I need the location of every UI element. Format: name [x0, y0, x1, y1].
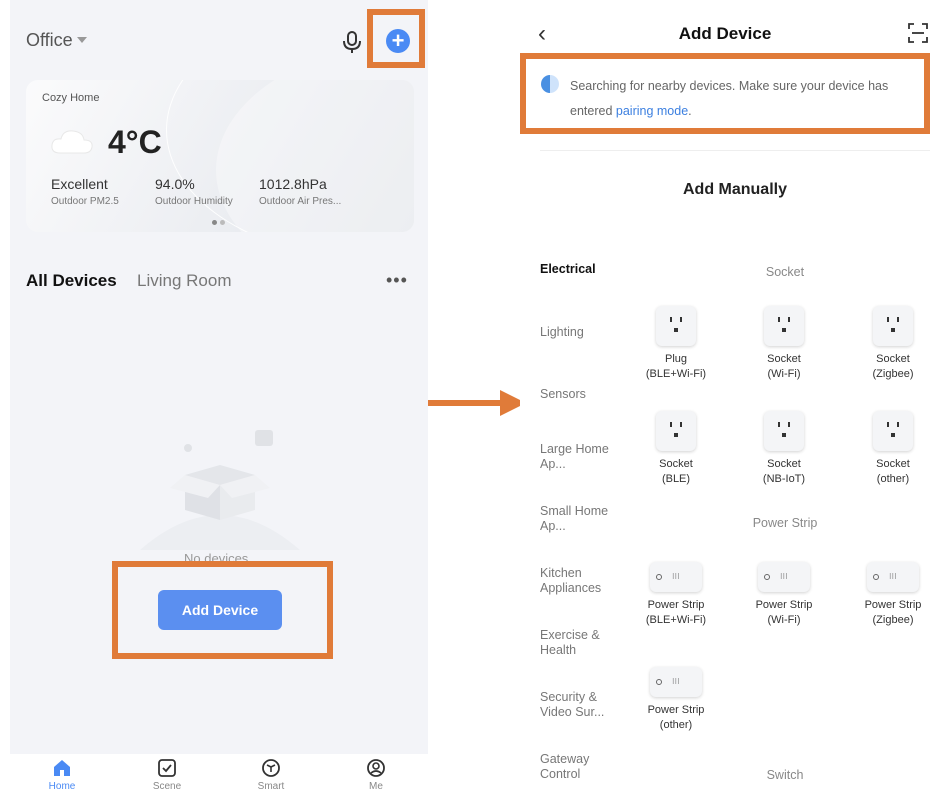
section-socket: Socket [765, 265, 805, 279]
device-protocol: (other) [876, 473, 910, 485]
category-security-video[interactable]: Security & Video Sur... [540, 690, 610, 720]
svg-text:⁝⁝⁝: ⁝⁝⁝ [672, 572, 680, 581]
home-name: Cozy Home [42, 92, 100, 104]
caret-down-icon [76, 37, 87, 43]
tab-scene-label: Scene [152, 781, 182, 792]
tab-smart-label: Smart [257, 781, 285, 792]
category-gateway-control[interactable]: Gateway Control [540, 752, 610, 782]
tab-all-devices[interactable]: All Devices [26, 271, 117, 291]
socket-icon [873, 306, 913, 346]
device-item[interactable]: Socket (Wi-Fi) [739, 306, 829, 382]
section-switch: Switch [766, 768, 804, 782]
socket-icon [656, 411, 696, 451]
power-strip-icon: ⁝⁝⁝ [650, 667, 702, 697]
svg-text:⁝⁝⁝: ⁝⁝⁝ [672, 677, 680, 686]
humidity-value: 94.0% [155, 176, 195, 192]
bottom-tab-bar: Home Scene Smart Me [10, 754, 428, 798]
more-options-icon[interactable]: ••• [386, 270, 408, 291]
category-small-home-appliances[interactable]: Small Home Ap... [540, 504, 610, 534]
pressure-label: Outdoor Air Pres... [259, 196, 342, 207]
tab-home-label: Home [48, 781, 76, 792]
device-protocol: (BLE) [661, 473, 691, 485]
device-name: Power Strip [864, 599, 922, 611]
socket-icon [873, 411, 913, 451]
highlight-box-search [520, 53, 930, 134]
add-device-button[interactable]: Add Device [158, 590, 282, 630]
device-protocol: (BLE+Wi-Fi) [645, 614, 707, 626]
scan-icon[interactable] [908, 23, 928, 43]
section-title-add-manually: Add Manually [682, 181, 787, 198]
category-lighting[interactable]: Lighting [540, 325, 620, 340]
socket-icon [764, 306, 804, 346]
highlight-box-plus [367, 9, 425, 68]
socket-icon [764, 411, 804, 451]
tab-me-label: Me [369, 781, 383, 792]
location-selector[interactable]: Office [26, 30, 87, 51]
device-protocol: (NB-IoT) [762, 473, 806, 485]
device-item[interactable]: Socket (BLE) [631, 411, 721, 487]
device-item[interactable]: Plug (BLE+Wi-Fi) [631, 306, 721, 382]
microphone-icon[interactable] [342, 30, 362, 54]
category-large-home-appliances[interactable]: Large Home Ap... [540, 442, 610, 472]
device-name: Socket [876, 353, 910, 365]
scene-icon [158, 759, 176, 777]
device-item[interactable]: Socket (NB-IoT) [739, 411, 829, 487]
device-item[interactable]: ⁝⁝⁝ Power Strip (BLE+Wi-Fi) [631, 562, 721, 628]
home-icon [54, 760, 70, 776]
device-protocol: (Zigbee) [872, 368, 914, 380]
device-item[interactable]: ⁝⁝⁝ Power Strip (Zigbee) [848, 562, 930, 628]
device-name: Plug [664, 353, 688, 365]
weather-card[interactable]: Cozy Home 4°C Excellent Outdoor PM2.5 94… [26, 80, 414, 232]
socket-icon [656, 306, 696, 346]
empty-box-illustration [140, 430, 300, 550]
add-device-screen: ‹ Add Device Searching for nearby device… [520, 0, 930, 798]
home-screen: Office + Cozy Home 4°C Excellent Outdoor… [10, 0, 428, 798]
power-strip-icon: ⁝⁝⁝ [867, 562, 919, 592]
tab-me[interactable]: Me [346, 758, 406, 792]
power-strip-icon: ⁝⁝⁝ [650, 562, 702, 592]
device-item[interactable]: ⁝⁝⁝ Power Strip (other) [631, 667, 721, 733]
device-protocol: (Zigbee) [872, 614, 914, 626]
tab-living-room[interactable]: Living Room [137, 271, 232, 291]
svg-text:⁝⁝⁝: ⁝⁝⁝ [780, 572, 788, 581]
tab-scene[interactable]: Scene [137, 758, 197, 792]
device-name: Power Strip [755, 599, 813, 611]
card-decor [166, 80, 414, 232]
category-electrical[interactable]: Electrical [540, 262, 620, 277]
device-protocol: (Wi-Fi) [767, 614, 801, 626]
pm25-value: Excellent [51, 176, 108, 192]
device-item[interactable]: ⁝⁝⁝ Power Strip (Wi-Fi) [739, 562, 829, 628]
device-protocol: (Wi-Fi) [767, 368, 801, 380]
power-strip-icon: ⁝⁝⁝ [758, 562, 810, 592]
device-protocol: (other) [659, 719, 693, 731]
device-name: Socket [659, 458, 693, 470]
smart-icon [262, 759, 280, 777]
category-sensors[interactable]: Sensors [540, 387, 620, 402]
divider [540, 150, 930, 151]
tab-home[interactable]: Home [32, 758, 92, 792]
device-name: Socket [767, 353, 801, 365]
location-label: Office [26, 30, 73, 50]
page-title: Add Device [678, 24, 772, 43]
device-item[interactable]: Socket (other) [848, 411, 930, 487]
tab-smart[interactable]: Smart [241, 758, 301, 792]
device-item[interactable]: Socket (Zigbee) [848, 306, 930, 382]
arrow-right-icon [428, 390, 526, 416]
device-name: Power Strip [647, 704, 705, 716]
page-indicator [212, 212, 228, 230]
device-name: Power Strip [647, 599, 705, 611]
section-power-strip: Power Strip [752, 516, 818, 530]
temperature: 4°C [108, 124, 162, 160]
category-exercise-health[interactable]: Exercise & Health [540, 628, 610, 658]
device-protocol: (BLE+Wi-Fi) [645, 368, 707, 380]
device-name: Socket [767, 458, 801, 470]
pm25-label: Outdoor PM2.5 [51, 196, 119, 207]
humidity-label: Outdoor Humidity [155, 196, 233, 207]
device-name: Socket [876, 458, 910, 470]
pressure-value: 1012.8hPa [259, 176, 327, 192]
svg-text:⁝⁝⁝: ⁝⁝⁝ [889, 572, 897, 581]
category-kitchen-appliances[interactable]: Kitchen Appliances [540, 566, 610, 596]
me-icon [367, 759, 385, 777]
cloud-icon [51, 130, 93, 154]
